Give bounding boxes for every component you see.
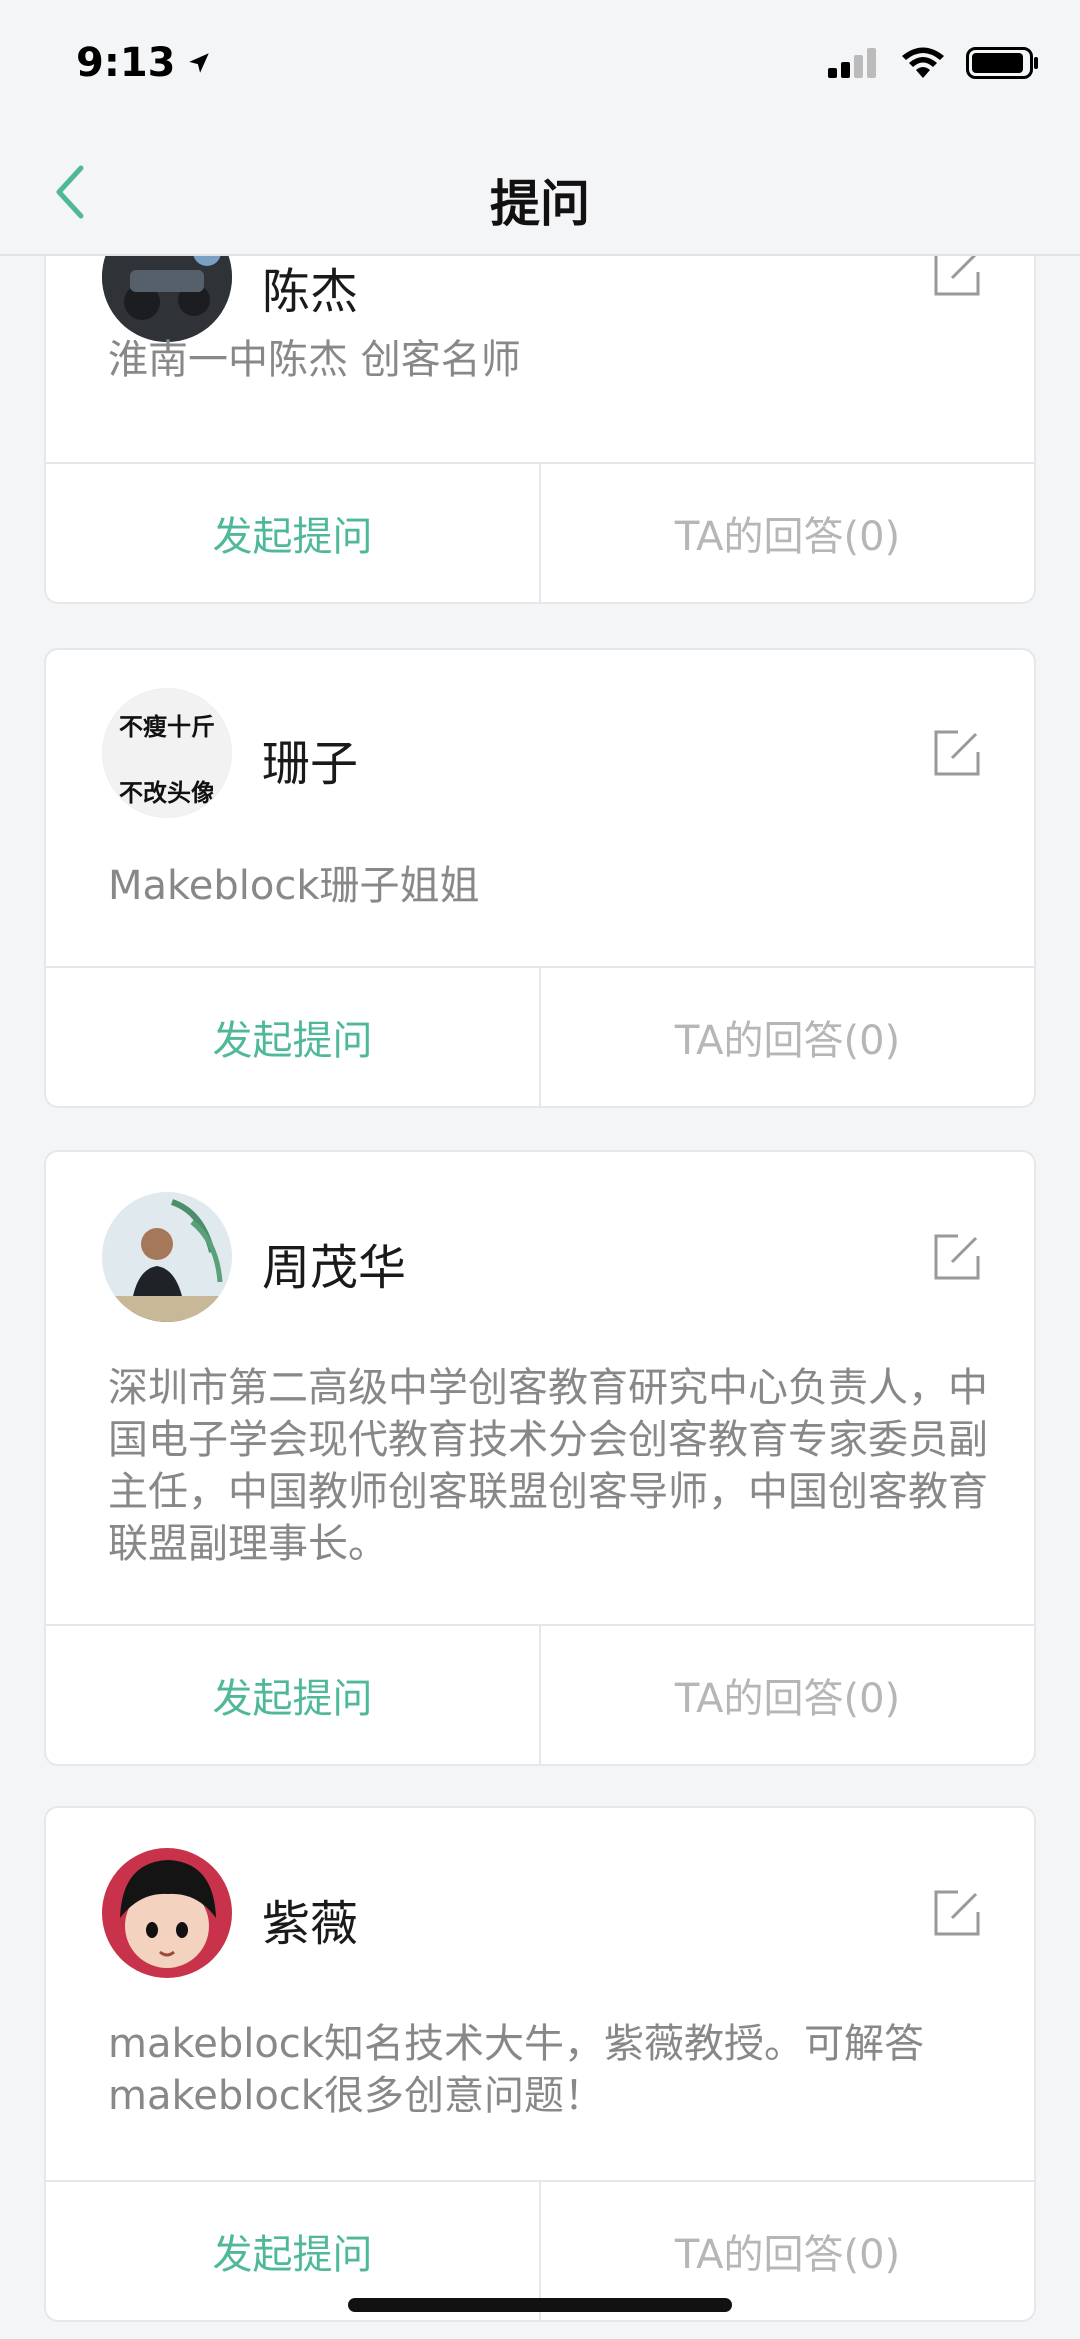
status-bar: 9:13 bbox=[0, 0, 1080, 130]
home-indicator[interactable] bbox=[348, 2298, 732, 2312]
answers-button[interactable]: TA的回答(0) bbox=[541, 968, 1034, 1106]
avatar[interactable] bbox=[102, 1848, 232, 1978]
wifi-icon bbox=[902, 47, 944, 78]
expert-list[interactable]: 陈杰 淮南一中陈杰 创客名师 发起提问 TA的回答(0) 不瘦十斤 不改头像 珊… bbox=[0, 256, 1080, 2339]
expert-description: Makeblock珊子姐姐 bbox=[108, 863, 480, 909]
expert-card: 周茂华 深圳市第二高级中学创客教育研究中心负责人，中国电子学会现代教育技术分会创… bbox=[44, 1150, 1036, 1766]
answers-button[interactable]: TA的回答(0) bbox=[541, 1626, 1034, 1764]
card-actions: 发起提问 TA的回答(0) bbox=[46, 462, 1034, 602]
expert-name: 紫薇 bbox=[262, 1896, 359, 1952]
battery-icon bbox=[966, 47, 1038, 79]
navigation-bar: 提问 bbox=[0, 130, 1080, 256]
status-time: 9:13 bbox=[76, 40, 212, 86]
ask-question-button[interactable]: 发起提问 bbox=[46, 464, 541, 602]
location-arrow-icon bbox=[188, 53, 209, 73]
avatar-image bbox=[102, 1848, 232, 1978]
edit-icon[interactable] bbox=[932, 256, 982, 298]
edit-icon[interactable] bbox=[932, 1888, 982, 1938]
avatar-text-bottom: 不改头像 bbox=[119, 779, 215, 807]
avatar-text-top: 不瘦十斤 bbox=[119, 713, 215, 741]
card-actions: 发起提问 TA的回答(0) bbox=[46, 1624, 1034, 1764]
status-icons bbox=[828, 46, 1040, 80]
expert-name: 陈杰 bbox=[262, 264, 359, 320]
answers-button[interactable]: TA的回答(0) bbox=[541, 464, 1034, 602]
avatar[interactable]: 不瘦十斤 不改头像 bbox=[102, 688, 232, 818]
avatar-image bbox=[102, 256, 232, 342]
card-actions: 发起提问 TA的回答(0) bbox=[46, 966, 1034, 1106]
avatar[interactable] bbox=[102, 256, 232, 342]
expert-description: 淮南一中陈杰 创客名师 bbox=[108, 337, 521, 383]
expert-name: 珊子 bbox=[262, 736, 359, 792]
edit-icon[interactable] bbox=[932, 1232, 982, 1282]
ask-question-button[interactable]: 发起提问 bbox=[46, 968, 541, 1106]
expert-card: 不瘦十斤 不改头像 珊子 Makeblock珊子姐姐 发起提问 TA的回答(0) bbox=[44, 648, 1036, 1108]
expert-card: 陈杰 淮南一中陈杰 创客名师 发起提问 TA的回答(0) bbox=[44, 256, 1036, 604]
avatar[interactable] bbox=[102, 1192, 232, 1322]
cellular-signal-icon bbox=[828, 48, 876, 78]
edit-icon[interactable] bbox=[932, 728, 982, 778]
expert-description: 深圳市第二高级中学创客教育研究中心负责人，中国电子学会现代教育技术分会创客教育专… bbox=[108, 1365, 988, 1567]
expert-description: makeblock知名技术大牛，紫薇教授。可解答makeblock很多创意问题！ bbox=[108, 2021, 924, 2119]
status-time-text: 9:13 bbox=[76, 40, 176, 86]
page-title: 提问 bbox=[490, 175, 590, 233]
expert-card: 紫薇 makeblock知名技术大牛，紫薇教授。可解答makeblock很多创意… bbox=[44, 1806, 1036, 2322]
avatar-image bbox=[102, 1192, 232, 1322]
ask-question-button[interactable]: 发起提问 bbox=[46, 1626, 541, 1764]
expert-name: 周茂华 bbox=[262, 1240, 407, 1296]
